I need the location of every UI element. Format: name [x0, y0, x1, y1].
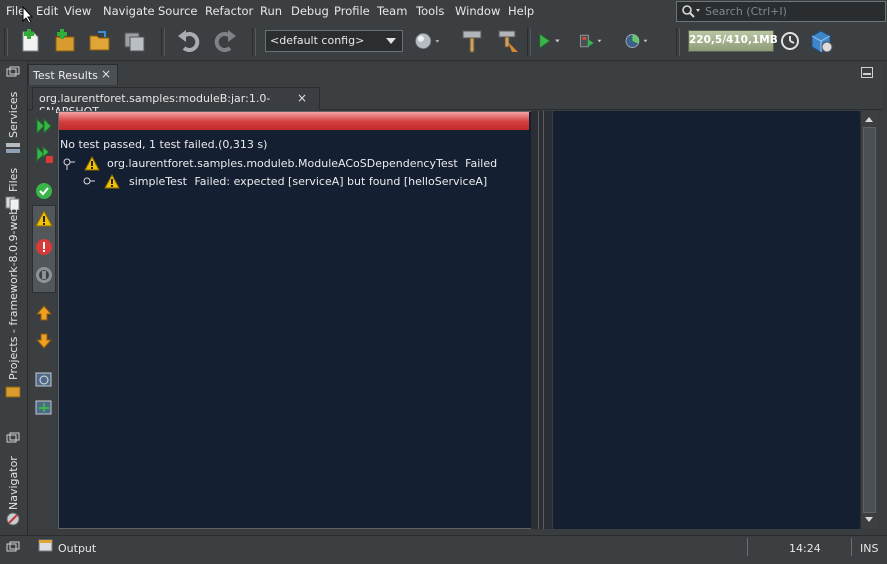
tree-row-test-method[interactable]: simpleTest Failed: expected [serviceA] b…: [82, 173, 488, 189]
test-results-header: [28, 64, 882, 84]
add-test-icon[interactable]: [35, 398, 53, 416]
tree-row-test-class[interactable]: org.laurentforet.samples.moduleb.ModuleA…: [62, 155, 498, 171]
close-icon[interactable]: ×: [297, 91, 307, 105]
toolbar-separator: [252, 28, 256, 56]
status-separator: [851, 538, 852, 556]
output-tab[interactable]: Output: [58, 542, 96, 555]
splitter-grip: [538, 111, 539, 529]
chevron-down-icon: [386, 38, 396, 44]
test-class-name: org.laurentforet.samples.moduleb.ModuleA…: [107, 156, 458, 170]
browser-globe-icon[interactable]: [414, 28, 440, 54]
rerun-failed-tests-icon[interactable]: [35, 145, 53, 163]
test-method-name: simpleTest: [129, 174, 187, 188]
toolbar-separator: [527, 28, 531, 56]
status-separator: [747, 538, 748, 556]
close-icon[interactable]: ×: [101, 67, 111, 81]
rerun-tests-icon[interactable]: [35, 117, 53, 135]
panel-splitter[interactable]: [531, 111, 552, 529]
splitter-grip: [543, 111, 544, 529]
minimize-window-button[interactable]: [861, 67, 873, 78]
output-window-icon: [38, 539, 53, 552]
navigator-tab[interactable]: Navigator: [7, 456, 20, 510]
undo-icon[interactable]: [176, 28, 202, 54]
menu-navigate[interactable]: Navigate: [103, 4, 155, 18]
tab-test-results[interactable]: Test Results ×: [28, 64, 118, 85]
projects-tab[interactable]: Projects - framework-8.0.9-web: [7, 208, 20, 380]
tree-expander-icon[interactable]: [62, 158, 76, 170]
plugin-cube-icon[interactable]: [808, 28, 834, 54]
test-class-status: Failed: [465, 156, 498, 170]
insert-mode: INS: [860, 542, 879, 555]
open-project-icon[interactable]: [87, 28, 113, 54]
toolbar-separator: [676, 28, 680, 56]
menu-refactor[interactable]: Refactor: [205, 4, 253, 18]
warning-icon: [103, 173, 120, 189]
menu-view[interactable]: View: [64, 4, 91, 18]
test-summary: No test passed, 1 test failed.(0,313 s): [60, 138, 268, 151]
services-tab[interactable]: Services: [7, 92, 20, 138]
menu-tools[interactable]: Tools: [416, 4, 444, 18]
build-hammer-icon[interactable]: [459, 28, 485, 54]
tab-test-results-label: Test Results: [33, 69, 98, 82]
menu-bar: File Edit View Navigate Source Refactor …: [0, 0, 887, 24]
config-select[interactable]: <default config>: [265, 30, 403, 52]
test-output-panel[interactable]: [553, 111, 860, 529]
redo-icon[interactable]: [212, 28, 238, 54]
search-input[interactable]: Search (Ctrl+I): [676, 1, 886, 22]
memory-meter[interactable]: 220,5/410,1MB: [688, 30, 778, 52]
debug-icon[interactable]: [578, 28, 604, 54]
test-progress-bar: [59, 112, 529, 130]
test-method-status: Failed: expected [serviceA] but found [h…: [194, 174, 488, 188]
files-tab[interactable]: Files: [7, 168, 20, 192]
show-errors-icon[interactable]: [35, 238, 53, 256]
save-all-icon[interactable]: [122, 28, 148, 54]
show-failed-warning-icon[interactable]: [35, 210, 53, 228]
menu-source[interactable]: Source: [158, 4, 198, 18]
profile-icon[interactable]: [624, 28, 650, 54]
projects-icon: [5, 386, 21, 398]
new-project-icon[interactable]: [52, 28, 78, 54]
services-icon: [6, 143, 20, 153]
restore-window-group-icon[interactable]: [6, 66, 20, 78]
tree-expander-icon[interactable]: [82, 176, 96, 188]
search-placeholder: Search (Ctrl+I): [705, 5, 787, 18]
main-toolbar: <default config> 220,5/410,1MB: [0, 22, 887, 61]
tab-module-run[interactable]: org.laurentforet.samples:moduleB:jar:1.0…: [32, 87, 320, 118]
restore-window-group-icon[interactable]: [6, 541, 20, 553]
scrollbar-thumb[interactable]: [863, 127, 876, 513]
menu-help[interactable]: Help: [508, 4, 534, 18]
menu-team[interactable]: Team: [377, 4, 407, 18]
memory-meter-text: 220,5/410,1MB: [689, 34, 778, 46]
gc-clock-icon[interactable]: [778, 28, 804, 54]
output-scrollbar[interactable]: [860, 111, 878, 529]
show-aborted-icon[interactable]: [35, 266, 53, 284]
clean-build-icon[interactable]: [494, 28, 520, 54]
scroll-down-icon[interactable]: [864, 516, 874, 524]
menu-run[interactable]: Run: [260, 4, 282, 18]
status-bar: [0, 535, 887, 564]
menu-debug[interactable]: Debug: [291, 4, 329, 18]
config-select-value: <default config>: [270, 34, 365, 47]
arrow-up-icon[interactable]: [35, 304, 53, 322]
new-file-icon[interactable]: [17, 28, 43, 54]
menu-profile[interactable]: Profile: [334, 4, 370, 18]
caret-position: 14:24: [789, 542, 821, 555]
menu-edit[interactable]: Edit: [36, 4, 58, 18]
run-icon[interactable]: [536, 28, 562, 54]
navigator-icon: [6, 512, 20, 526]
toolbar-grip: [4, 28, 8, 56]
arrow-down-icon[interactable]: [35, 332, 53, 350]
search-icon: [682, 5, 700, 18]
show-passed-icon[interactable]: [35, 182, 53, 200]
restore-window-group-icon[interactable]: [6, 432, 20, 444]
toolbar-separator: [161, 28, 165, 56]
menu-window[interactable]: Window: [455, 4, 500, 18]
test-history-icon[interactable]: [35, 370, 53, 388]
scroll-up-icon[interactable]: [864, 115, 874, 123]
warning-icon: [83, 155, 100, 171]
